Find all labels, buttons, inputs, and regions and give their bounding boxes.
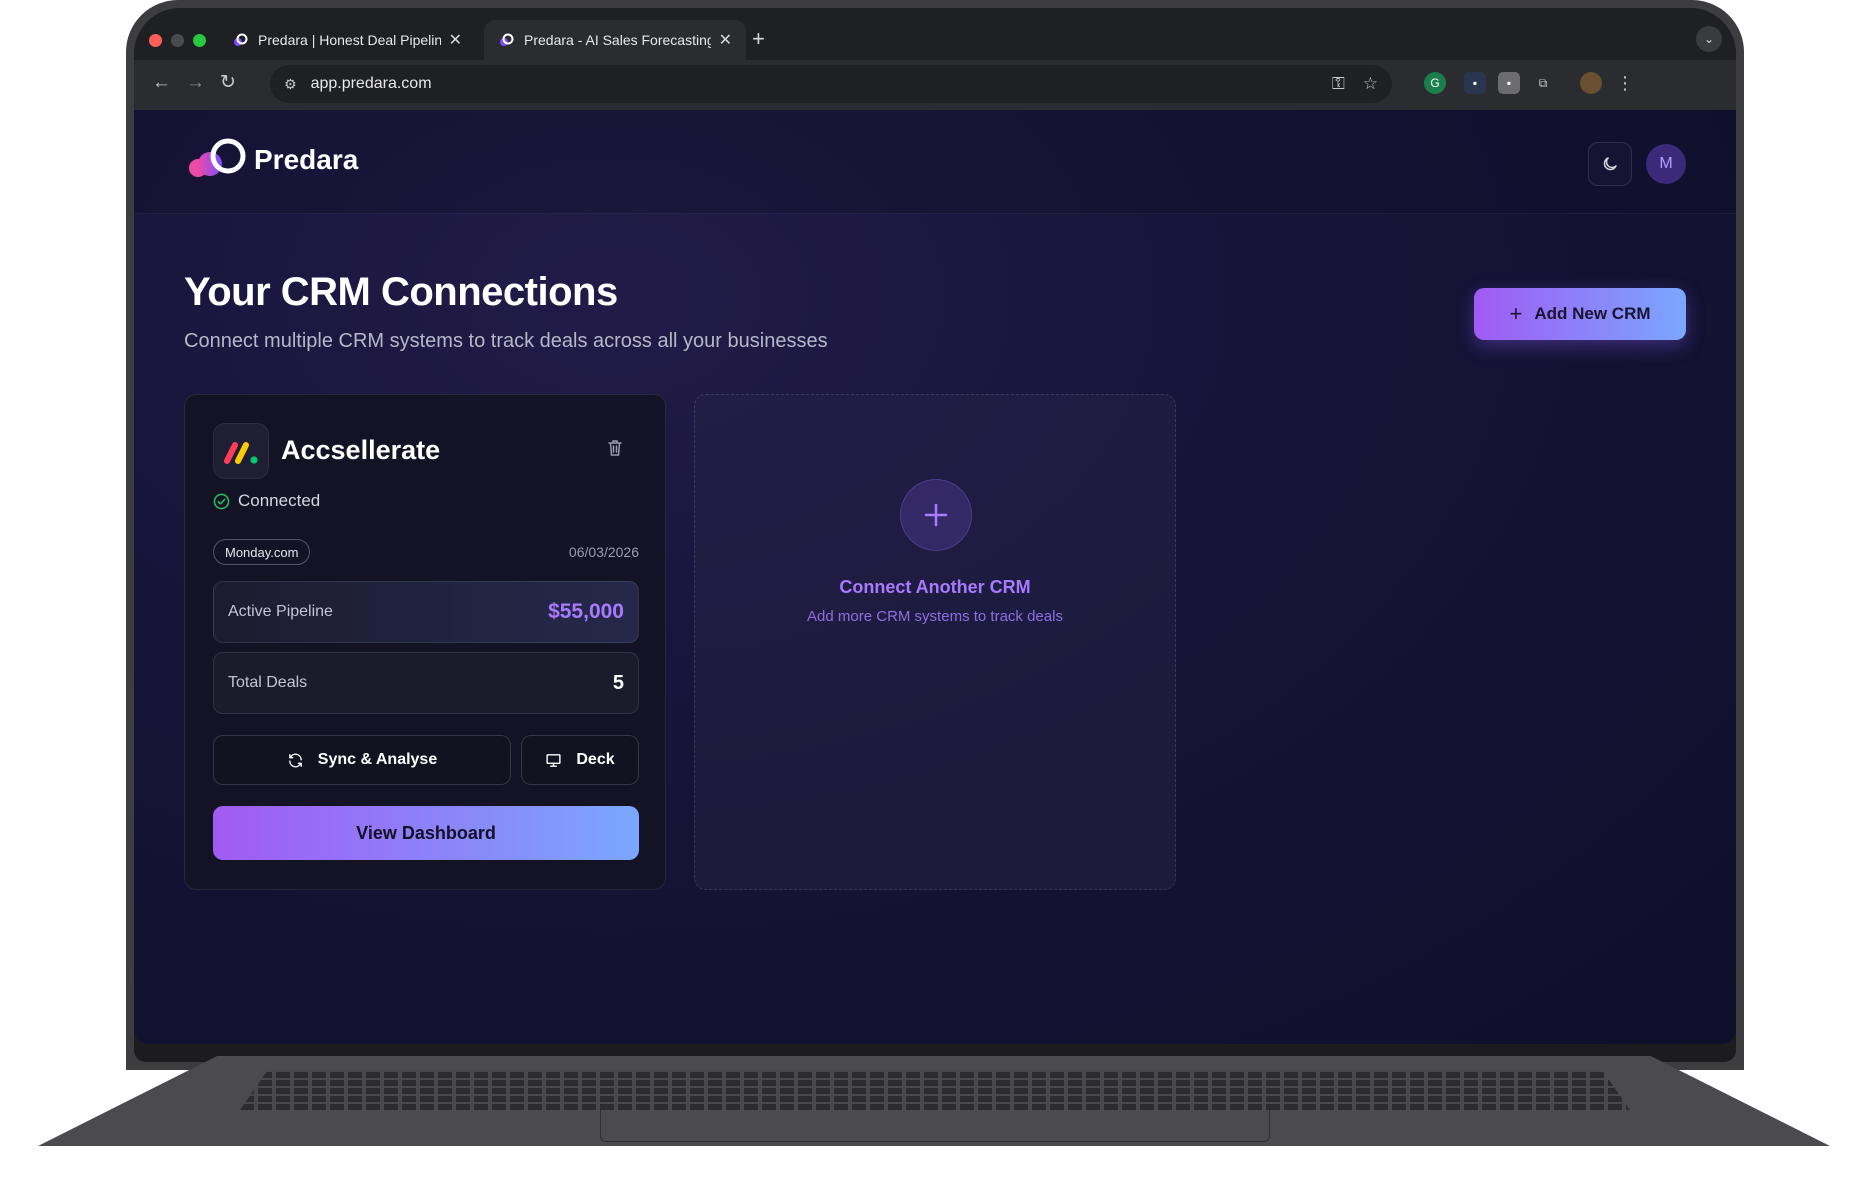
close-tab-icon[interactable]: ✕	[449, 30, 462, 50]
back-icon[interactable]: ←	[152, 72, 171, 94]
chevron-down-icon[interactable]: ⌄	[1696, 26, 1722, 52]
brand-name: Predara	[254, 144, 359, 175]
crm-connected-date: 06/03/2026	[568, 544, 639, 560]
laptop-keyboard	[240, 1070, 1630, 1110]
address-bar-url: app.predara.com	[310, 75, 432, 92]
plus-icon	[900, 479, 972, 551]
maximize-window-button[interactable]	[193, 34, 206, 47]
connect-another-crm-card[interactable]: Connect Another CRM Add more CRM systems…	[694, 394, 1176, 890]
app-header: Predara M	[134, 110, 1736, 214]
delete-crm-button[interactable]	[607, 439, 623, 462]
sync-analyse-button[interactable]: Sync & Analyse	[213, 735, 511, 785]
metric-label: Total Deals	[228, 674, 308, 691]
status-text: Connected	[238, 491, 321, 510]
close-window-button[interactable]	[149, 34, 162, 47]
forward-icon[interactable]: →	[186, 72, 205, 94]
connect-another-crm-subtitle: Add more CRM systems to track deals	[807, 608, 1063, 625]
presentation-icon	[545, 752, 562, 769]
plus-icon: +	[1509, 301, 1523, 326]
laptop-trackpad	[600, 1110, 1270, 1142]
check-circle-icon	[213, 493, 230, 509]
deck-label: Deck	[576, 751, 615, 768]
crm-name: Accsellerate	[281, 435, 441, 465]
deck-button[interactable]: Deck	[521, 735, 639, 785]
sync-analyse-label: Sync & Analyse	[317, 751, 438, 768]
brand-logo[interactable]: Predara	[184, 134, 358, 186]
site-settings-icon[interactable]: ⚙	[284, 76, 297, 93]
tab-title: Predara - AI Sales Forecasting	[524, 32, 711, 48]
crm-source-badge: Monday.com	[213, 539, 311, 565]
extension-icon[interactable]: ▪	[1464, 72, 1486, 94]
metric-label: Active Pipeline	[228, 603, 333, 620]
star-icon[interactable]: ☆	[1363, 74, 1378, 94]
predara-favicon-icon	[234, 33, 248, 46]
grammarly-extension-icon[interactable]: G	[1424, 72, 1446, 94]
monday-logo-icon	[213, 423, 269, 479]
theme-toggle-button[interactable]	[1588, 142, 1632, 186]
browser-toolbar: ← → ↻ ⚙ app.predara.com ⚿ ☆ G ▪ ▪ ⧉ ⋮	[134, 60, 1736, 110]
page-title: Your CRM Connections	[184, 270, 618, 314]
puzzle-icon[interactable]: ⧉	[1532, 72, 1554, 94]
moon-icon	[1603, 157, 1617, 171]
close-tab-icon[interactable]: ✕	[719, 30, 732, 50]
view-dashboard-button[interactable]: View Dashboard	[213, 806, 639, 860]
app-viewport: Predara M Your CRM Connections Connect m…	[134, 110, 1736, 1044]
tab-strip: Predara | Honest Deal Pipeline ✕ Predara…	[134, 8, 1736, 60]
refresh-icon	[287, 752, 304, 769]
key-icon[interactable]: ⚿	[1332, 74, 1345, 94]
predara-favicon-icon	[500, 33, 514, 46]
browser-window: Predara | Honest Deal Pipeline ✕ Predara…	[134, 8, 1736, 110]
metric-value: 5	[612, 671, 624, 694]
more-menu-icon[interactable]: ⋮	[1614, 72, 1636, 94]
page-subtitle: Connect multiple CRM systems to track de…	[184, 330, 828, 352]
extension-icon[interactable]: ▪	[1498, 72, 1520, 94]
browser-tab-2[interactable]: Predara - AI Sales Forecasting ✕	[484, 20, 746, 60]
reload-icon[interactable]: ↻	[220, 72, 236, 94]
minimize-window-button[interactable]	[171, 34, 184, 47]
add-new-crm-button[interactable]: + Add New CRM	[1474, 288, 1686, 340]
predara-logo-icon	[189, 138, 246, 177]
active-pipeline-metric: Active Pipeline $55,000	[213, 581, 639, 643]
trash-icon	[608, 440, 622, 456]
new-tab-icon[interactable]: +	[752, 28, 765, 50]
add-new-crm-label: Add New CRM	[1534, 304, 1651, 323]
crm-connection-card: Accsellerate Connected Monday.com 06/03/…	[184, 394, 666, 890]
connection-status: Connected	[213, 491, 320, 511]
browser-tab-1[interactable]: Predara | Honest Deal Pipeline ✕	[218, 20, 476, 60]
connect-another-crm-title: Connect Another CRM	[839, 577, 1031, 597]
tab-title: Predara | Honest Deal Pipeline	[258, 32, 441, 48]
total-deals-metric: Total Deals 5	[213, 652, 639, 714]
metric-value: $55,000	[548, 600, 624, 623]
user-avatar[interactable]: M	[1646, 144, 1686, 184]
profile-avatar-icon[interactable]	[1580, 72, 1602, 94]
address-bar[interactable]: ⚙ app.predara.com ⚿ ☆	[270, 65, 1392, 103]
